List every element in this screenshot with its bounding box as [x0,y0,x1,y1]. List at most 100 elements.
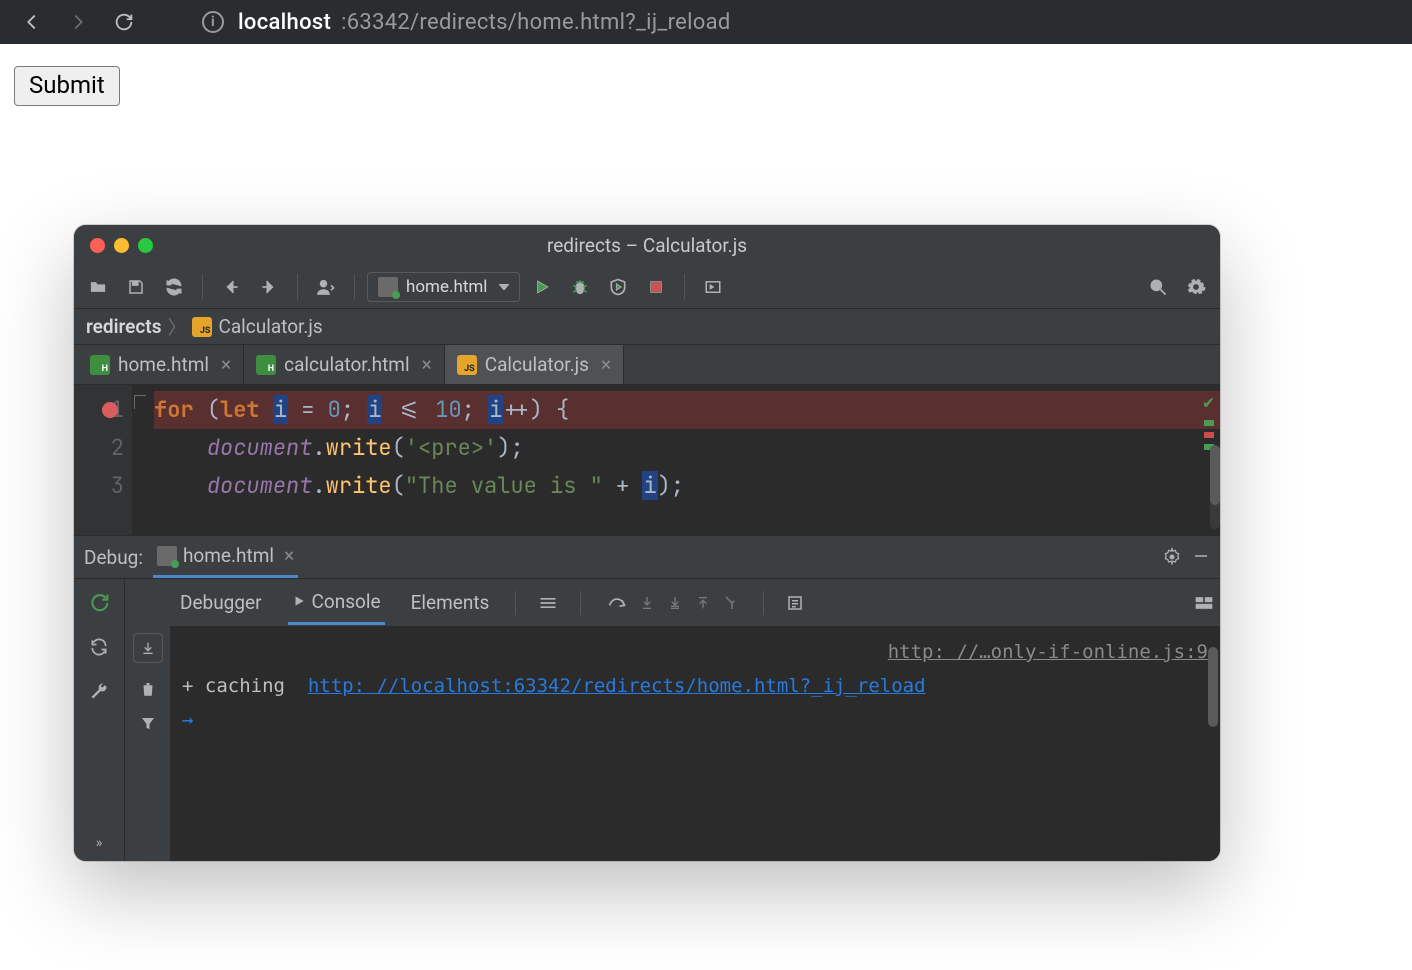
editor-tab-label: Calculator.js [485,353,589,376]
console-link[interactable]: http: //localhost:63342/redirects/home.h… [308,675,926,697]
breadcrumb-root[interactable]: redirects [86,315,161,338]
debug-button[interactable] [564,271,596,303]
debug-console[interactable]: http: //…only-if-online.js:9 + caching h… [170,627,1220,861]
url-path: :63342/redirects/home.html?_ij_reload [341,10,731,35]
close-session-icon[interactable]: × [284,544,294,567]
scrollbar-thumb[interactable] [1210,445,1220,505]
scrollbar-thumb[interactable] [1208,647,1218,727]
toolbar-separator [684,274,685,300]
line-gutter[interactable]: 1 2 3 [74,385,132,535]
save-button[interactable] [120,271,152,303]
debug-panel-header: Debug: home.html × [74,535,1220,579]
show-exec-point-button[interactable] [538,595,558,611]
force-step-into-button [667,594,683,612]
step-into-button [639,594,655,612]
console-source-link[interactable]: http: //…only-if-online.js:9 [182,635,1208,669]
debug-secondary-toolbar [124,579,170,861]
prompt-icon: → [182,709,193,731]
console-text: + caching [182,675,296,697]
zoom-window-button[interactable] [138,238,153,253]
sync-button[interactable] [158,271,190,303]
separator [763,591,764,615]
ide-titlebar[interactable]: redirects – Calculator.js [74,225,1220,265]
editor-tab-home[interactable]: H home.html × [78,345,244,384]
tab-debugger[interactable]: Debugger [176,582,266,623]
code-editor[interactable]: 1 2 3 for (let i = 0; i <= 10; i++) { do… [74,385,1220,535]
editor-inspection-marks: ✔ [1203,391,1214,450]
console-line: + caching http: //localhost:63342/redire… [182,669,1208,703]
rerun-button[interactable] [85,589,113,617]
scroll-to-end-button[interactable] [133,633,163,663]
html-file-icon [157,546,177,566]
open-button[interactable] [82,271,114,303]
nav-back-button[interactable] [18,8,46,36]
code-area[interactable]: for (let i = 0; i <= 10; i++) { document… [150,385,1220,535]
settings-button[interactable] [1180,271,1212,303]
layout-settings-button[interactable] [1194,595,1214,611]
html-file-icon: H [90,355,110,375]
close-tab-icon[interactable]: × [221,353,231,376]
address-bar[interactable]: i localhost:63342/redirects/home.html?_i… [202,10,731,35]
editor-tab-label: calculator.html [284,353,409,376]
info-icon[interactable]: i [202,11,224,33]
tab-elements[interactable]: Elements [407,582,494,623]
run-config-label: home.html [406,277,487,297]
debug-main: Debugger Console Elements [170,579,1220,861]
editor-tab-calculator-html[interactable]: H calculator.html × [244,345,445,384]
minimize-window-button[interactable] [114,238,129,253]
stop-button[interactable] [640,271,672,303]
code-with-me-button[interactable] [310,271,342,303]
code-line[interactable]: document.write("The value is " + i); [154,467,1220,505]
more-actions-button[interactable]: » [96,835,103,851]
fold-marker-icon[interactable] [134,395,146,409]
filter-button[interactable] [139,715,157,733]
debug-settings-button[interactable] [1162,547,1182,567]
code-line[interactable]: document.write('<pre>'); [154,429,1220,467]
clear-console-button[interactable] [139,679,157,699]
minimize-panel-button[interactable] [1192,547,1210,567]
editor-tab-label: home.html [118,353,209,376]
js-file-icon: JS [457,355,477,375]
coverage-button[interactable] [602,271,634,303]
evaluate-expression-button[interactable] [786,594,804,612]
debug-session-tab[interactable]: home.html × [153,536,298,578]
debug-panel-label: Debug: [84,546,143,569]
line-number[interactable]: 2 [74,429,124,467]
ide-title: redirects – Calculator.js [74,234,1220,257]
breadcrumb-file[interactable]: Calculator.js [218,315,322,338]
fold-column[interactable] [132,385,150,535]
toolbar-separator [202,274,203,300]
tab-console[interactable]: Console [288,581,385,625]
editor-scrollbar[interactable] [1210,445,1220,529]
toolbar-separator [354,274,355,300]
close-tab-icon[interactable]: × [601,353,611,376]
ok-check-icon[interactable]: ✔ [1203,391,1214,414]
editor-tab-calculator-js[interactable]: JS Calculator.js × [445,345,624,384]
console-scrollbar[interactable] [1208,633,1218,855]
nav-reload-button[interactable] [110,8,138,36]
step-controls [607,594,741,612]
page-content: Submit [0,44,1412,128]
source-link[interactable]: http: //…only-if-online.js:9 [888,641,1208,663]
run-config-selector[interactable]: home.html [367,272,520,302]
line-number[interactable]: 1 [74,391,124,429]
nav-back-ide-button[interactable] [215,271,247,303]
browser-chrome: i localhost:63342/redirects/home.html?_i… [0,0,1412,44]
reload-button[interactable] [85,633,113,661]
inspection-marker[interactable] [1204,420,1214,426]
search-button[interactable] [1142,271,1174,303]
run-anything-button[interactable] [697,271,729,303]
debug-session-label: home.html [183,544,274,567]
debug-panel-body: » Debugger Console Elements [74,579,1220,861]
run-button[interactable] [526,271,558,303]
console-prompt-line[interactable]: → [182,703,1208,737]
close-window-button[interactable] [90,238,105,253]
inspection-marker[interactable] [1204,432,1214,438]
line-number[interactable]: 3 [74,467,124,505]
tab-console-label: Console [312,590,381,613]
step-over-button[interactable] [607,594,627,612]
submit-button[interactable]: Submit [14,66,120,106]
code-line[interactable]: for (let i = 0; i <= 10; i++) { [154,391,1220,429]
close-tab-icon[interactable]: × [422,353,432,376]
wrench-button[interactable] [85,677,113,705]
